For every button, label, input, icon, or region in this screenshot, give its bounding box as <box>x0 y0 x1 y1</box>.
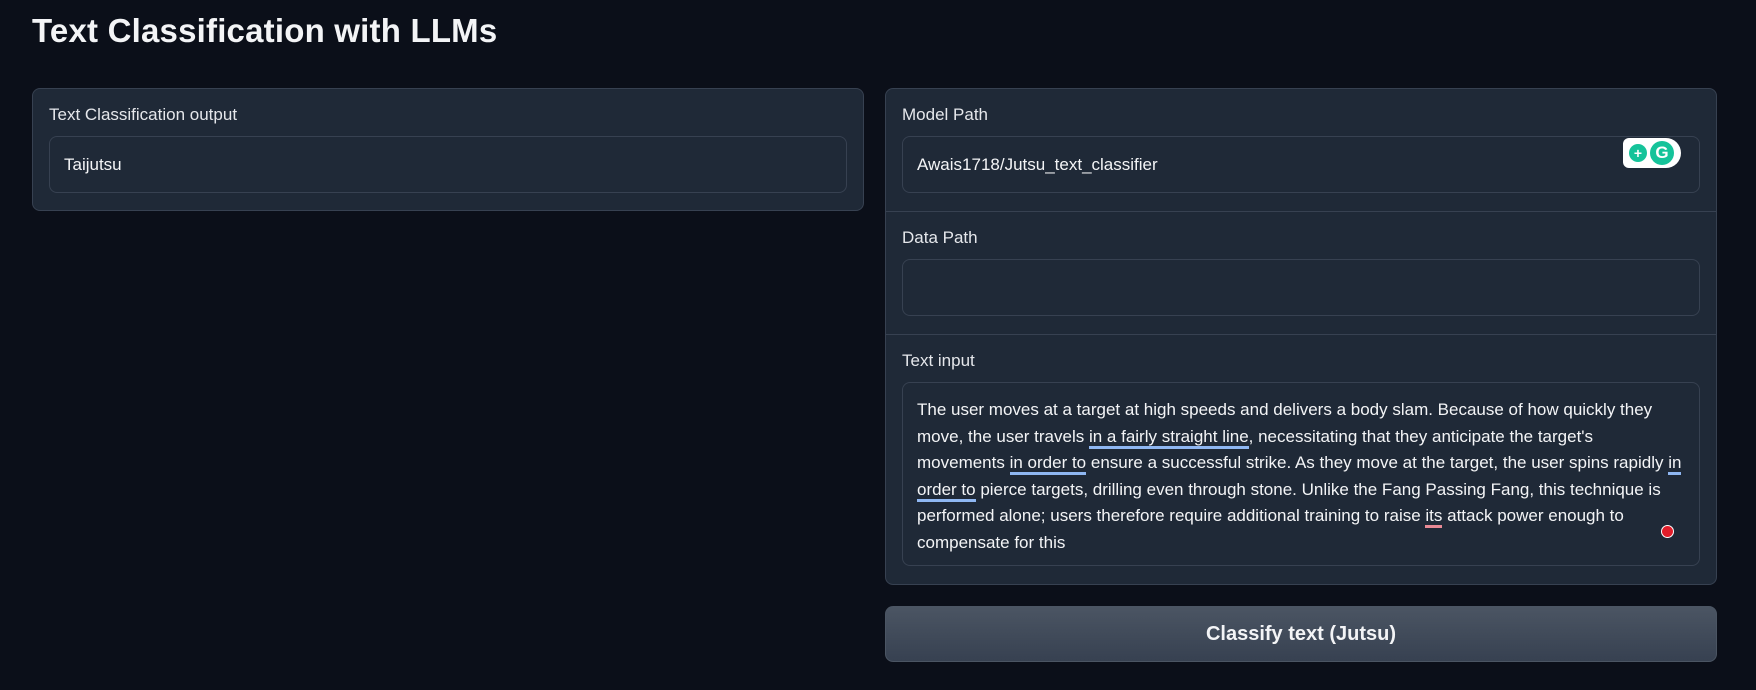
output-field[interactable]: Taijutsu <box>49 136 847 193</box>
lightbulb-plus-icon[interactable]: + <box>1629 144 1647 162</box>
output-value: Taijutsu <box>64 154 122 174</box>
grammarly-icon[interactable]: G <box>1650 141 1674 165</box>
grammar-suggestion[interactable]: in a fairly straight line <box>1088 426 1249 449</box>
model-path-label: Model Path <box>902 105 988 124</box>
grammar-error-indicator-icon[interactable] <box>1661 525 1674 538</box>
output-panel: Text Classification output Taijutsu <box>32 88 864 211</box>
text-input-block: Text input The user moves at a target at… <box>886 334 1716 584</box>
data-path-input[interactable] <box>902 259 1700 316</box>
data-path-label: Data Path <box>902 228 978 247</box>
grammarly-widget[interactable]: + G <box>1623 138 1681 168</box>
data-path-block: Data Path <box>886 211 1716 334</box>
text-segment: ensure a successful strike. As they move… <box>1086 453 1669 472</box>
model-path-input[interactable]: Awais1718/Jutsu_text_classifier + G <box>902 136 1700 193</box>
grammar-suggestion[interactable]: in order to <box>1009 453 1087 475</box>
text-input-label: Text input <box>902 351 975 370</box>
model-path-block: Model Path Awais1718/Jutsu_text_classifi… <box>886 89 1716 211</box>
model-path-value: Awais1718/Jutsu_text_classifier <box>917 154 1158 174</box>
classify-button[interactable]: Classify text (Jutsu) <box>885 606 1717 662</box>
output-label: Text Classification output <box>49 105 238 124</box>
text-input-area[interactable]: The user moves at a target at high speed… <box>902 382 1700 566</box>
page-title: Text Classification with LLMs <box>32 12 498 49</box>
input-panel: Model Path Awais1718/Jutsu_text_classifi… <box>885 88 1717 585</box>
grammar-error[interactable]: its <box>1425 506 1443 528</box>
output-block: Text Classification output Taijutsu <box>33 89 863 210</box>
